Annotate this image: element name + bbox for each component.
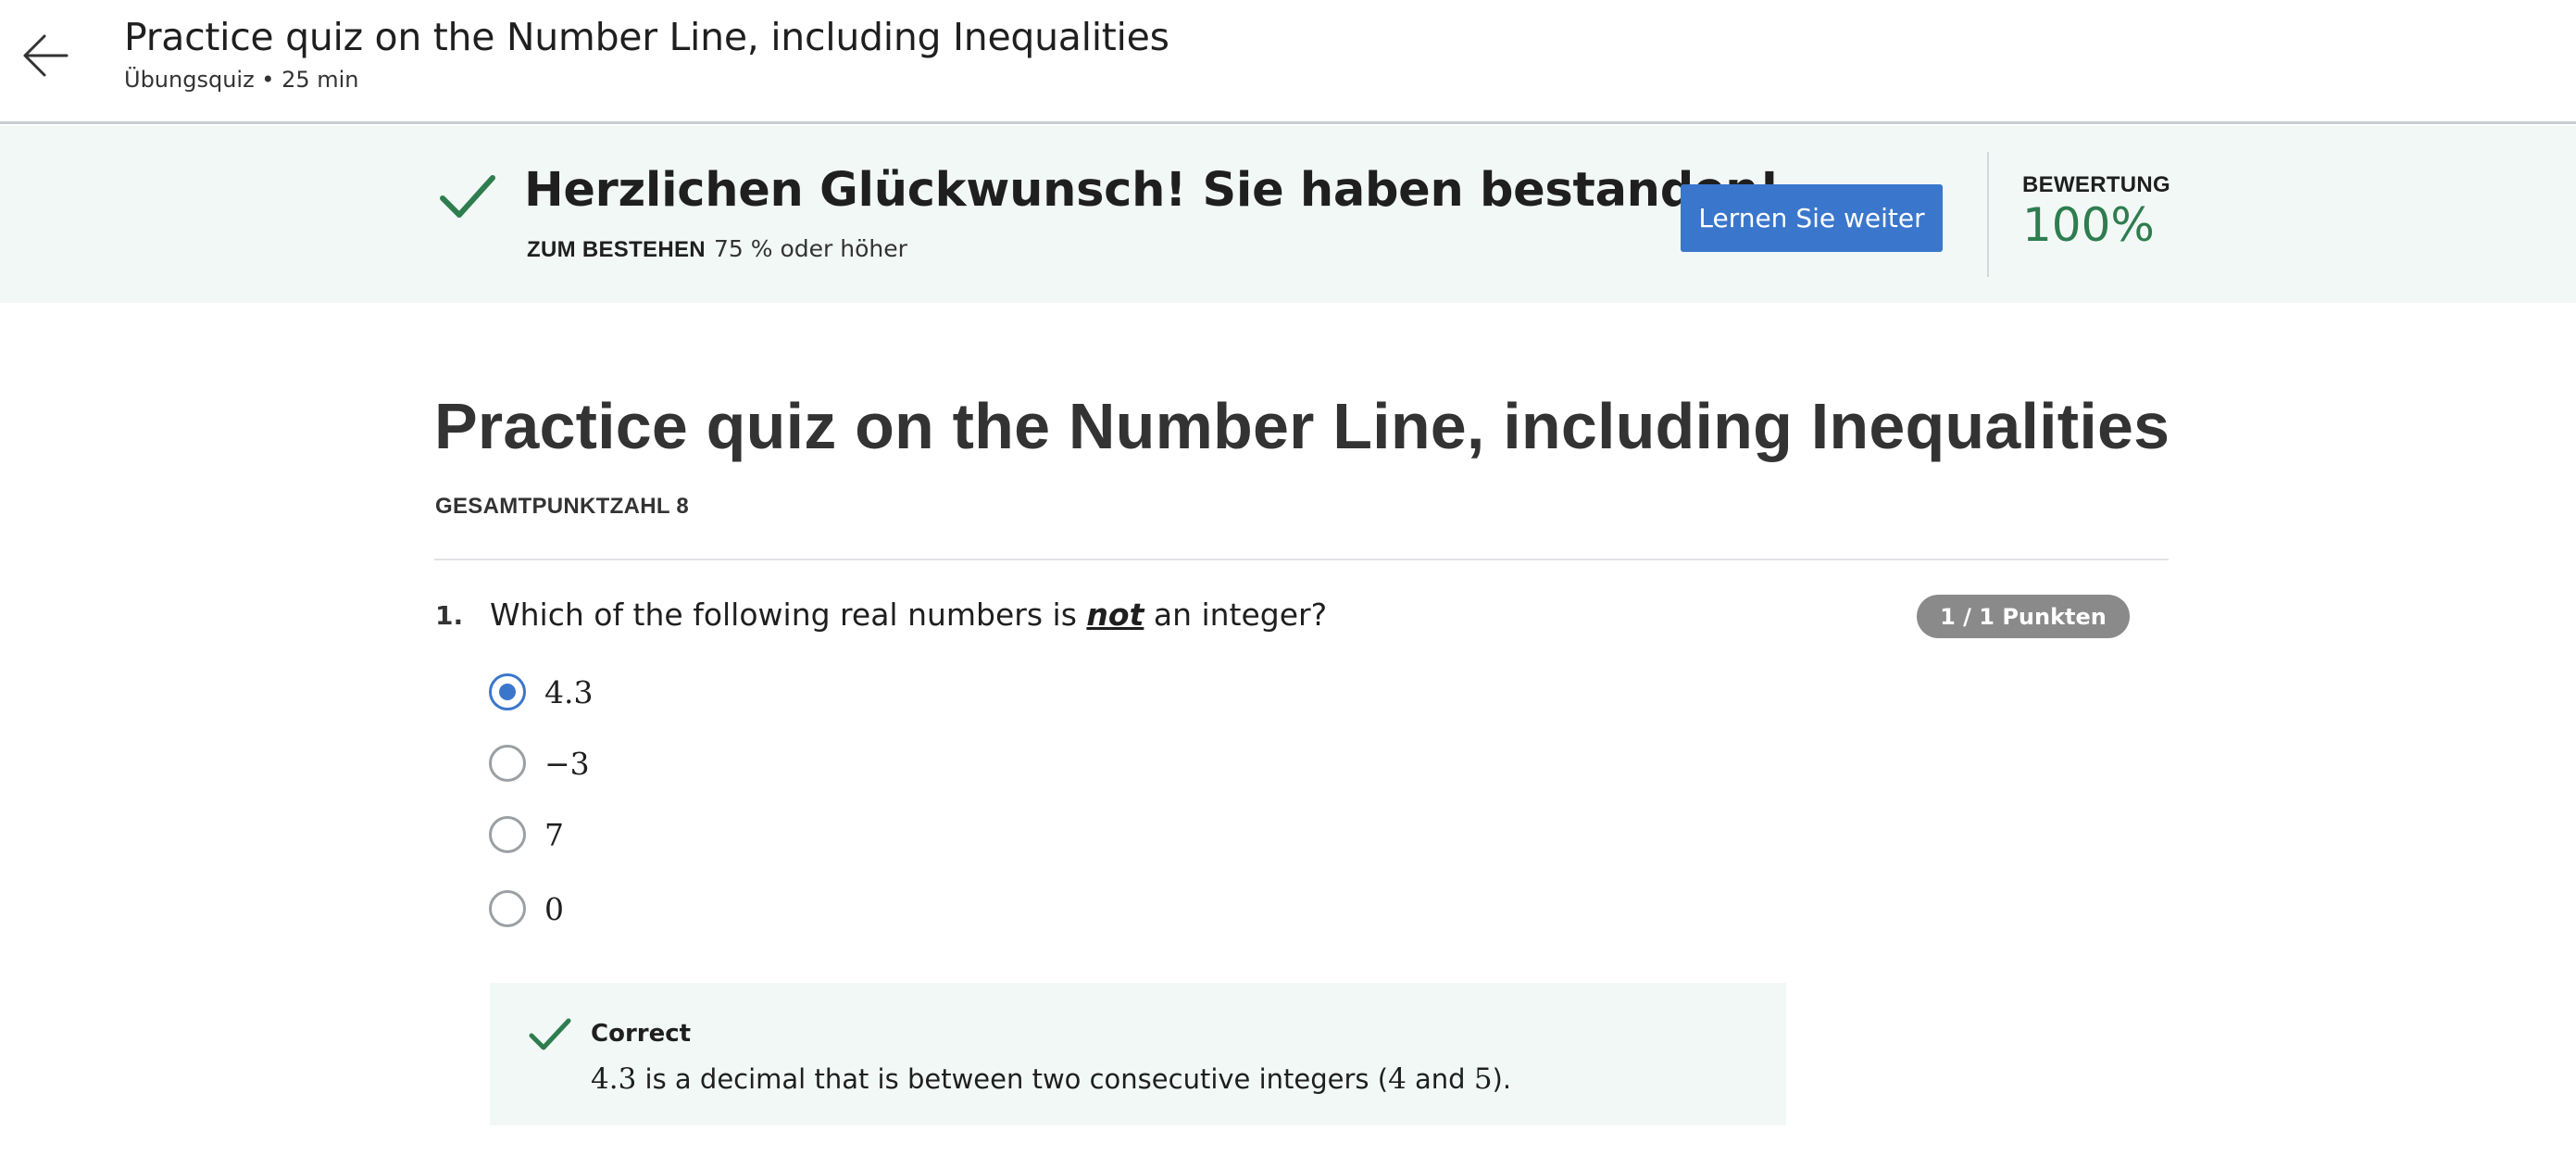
radio-button-selected[interactable] [489,673,526,710]
feedback-text-middle: is a decimal that is between two consecu… [636,1063,1389,1095]
feedback-text: 4.3 is a decimal that is between two con… [591,1062,1511,1096]
feedback-box: Correct 4.3 is a decimal that is between… [490,983,1786,1125]
checkmark-icon [440,175,495,218]
pass-threshold-label: ZUM BESTEHEN [527,237,706,262]
header-subtitle: Übungsquiz • 25 min [124,67,359,93]
feedback-text-end: ). [1492,1063,1512,1095]
question-text-emphasis: not [1086,597,1144,633]
option-label: −3 [544,745,590,782]
question-text-after: an integer? [1144,597,1328,633]
feedback-int-a: 4 [1388,1062,1407,1096]
question-text: Which of the following real numbers is n… [490,597,1327,633]
points-badge: 1 / 1 Punkten [1917,595,2130,638]
option-1[interactable]: 4.3 [489,672,593,712]
grade-value: 100% [2022,198,2155,252]
top-header: Practice quiz on the Number Line, includ… [0,0,2576,124]
feedback-int-b: 5 [1473,1062,1493,1096]
header-title: Practice quiz on the Number Line, includ… [124,15,1169,59]
checkmark-icon [529,1018,571,1050]
result-banner: Herzlichen Glückwunsch! Sie haben bestan… [0,126,2576,303]
radio-button[interactable] [489,745,526,782]
total-points: GESAMTPUNKTZAHL 8 [435,494,689,519]
pass-message: Herzlichen Glückwunsch! Sie haben bestan… [524,163,1781,218]
pass-threshold-value: 75 % oder höher [714,235,907,262]
radio-button[interactable] [489,816,526,853]
banner-divider [1987,152,1989,277]
section-divider [434,559,2169,560]
arrow-left-icon [23,34,69,77]
continue-learning-button[interactable]: Lernen Sie weiter [1681,184,1943,252]
feedback-value: 4.3 [591,1062,637,1096]
option-4[interactable]: 0 [489,888,564,929]
feedback-title: Correct [591,1020,692,1048]
option-label: 0 [544,890,564,927]
option-3[interactable]: 7 [489,814,564,855]
question-text-before: Which of the following real numbers is [490,597,1087,633]
option-label: 4.3 [544,673,594,710]
feedback-text-and: and [1406,1063,1474,1095]
question-number: 1. [435,600,464,631]
radio-button[interactable] [489,890,526,927]
option-label: 7 [544,816,564,853]
grade-label: BEWERTUNG [2022,172,2171,197]
option-2[interactable]: −3 [489,743,590,784]
back-button[interactable] [20,30,72,82]
page-title: Practice quiz on the Number Line, includ… [434,390,2170,462]
